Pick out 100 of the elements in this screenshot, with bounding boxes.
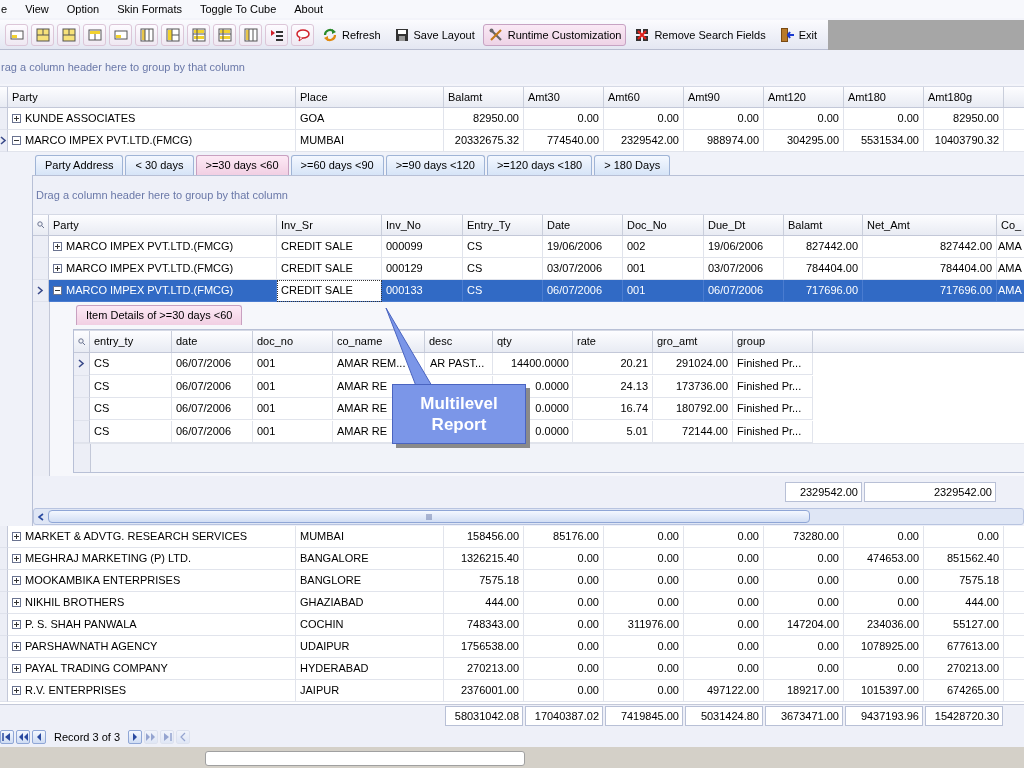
table-cell: 5.01: [573, 420, 653, 443]
column-header[interactable]: group: [733, 331, 813, 352]
column-header[interactable]: date: [172, 331, 253, 352]
column-header[interactable]: Entry_Ty: [463, 215, 543, 235]
column-header[interactable]: Amt120: [764, 87, 844, 107]
columns-button[interactable]: [161, 23, 184, 46]
table-cell-text: MARCO IMPEX PVT.LTD.(FMCG): [25, 133, 193, 148]
toolbar-button[interactable]: Runtime Customization: [482, 23, 627, 46]
columns-button[interactable]: [135, 23, 158, 46]
plus-box-icon[interactable]: [12, 620, 21, 629]
tab[interactable]: >=30 days <60: [195, 155, 289, 175]
column-header[interactable]: desc: [425, 331, 493, 352]
menu-item[interactable]: Option: [57, 0, 109, 18]
table-cell-text: MARCO IMPEX PVT.LTD.(FMCG): [66, 239, 234, 254]
plus-box-icon[interactable]: [12, 532, 21, 541]
column-header[interactable]: Co_: [997, 215, 1024, 235]
column-header[interactable]: Amt60: [604, 87, 684, 107]
rows-button[interactable]: [213, 23, 236, 46]
column-header[interactable]: rate: [573, 331, 653, 352]
pane-button[interactable]: [109, 23, 132, 46]
total-cell: 5031424.80: [685, 706, 763, 726]
table-cell: CS: [90, 398, 172, 420]
row-indicator[interactable]: [0, 130, 8, 152]
column-header[interactable]: Balamt: [444, 87, 524, 107]
table-row[interactable]: MARCO IMPEX PVT.LTD.(FMCG) CREDIT SALE 000129 CS 03/07/2006 001 03/07/2006 784404.00 784404.00 AMA: [33, 258, 1024, 280]
plus-box-icon[interactable]: [12, 598, 21, 607]
toolbar-button[interactable]: Save Layout: [388, 23, 480, 46]
menu-item[interactable]: e: [1, 0, 17, 18]
menu-item[interactable]: View: [16, 0, 58, 18]
top-pane-button[interactable]: [83, 23, 106, 46]
grid-cross-icon: [634, 26, 651, 43]
toolbar-button[interactable]: Remove Search Fields: [629, 23, 771, 46]
columns-button[interactable]: [239, 23, 262, 46]
plus-box-icon[interactable]: [12, 114, 21, 123]
plus-box-icon[interactable]: [12, 642, 21, 651]
column-header[interactable]: Place: [296, 87, 444, 107]
table-row[interactable]: MARCO IMPEX PVT.LTD.(FMCG) CREDIT SALE 000133 CS 06/07/2006 001 06/07/2006 717696.00 717696.00 AMA: [33, 280, 1024, 302]
split-pane-button[interactable]: [57, 23, 80, 46]
double-left-arrow-icon: [17, 731, 29, 743]
table-cell: 291024.00: [653, 353, 733, 375]
column-header[interactable]: Doc_No: [623, 215, 704, 235]
minus-box-icon[interactable]: [53, 286, 62, 295]
tab[interactable]: >=120 days <180: [486, 155, 593, 175]
plus-box-icon[interactable]: [12, 554, 21, 563]
plus-box-icon[interactable]: [12, 664, 21, 673]
plus-box-icon[interactable]: [53, 242, 62, 251]
column-header[interactable]: Due_Dt: [704, 215, 784, 235]
column-header[interactable]: Inv_Sr: [277, 215, 382, 235]
column-header[interactable]: Amt90: [684, 87, 764, 107]
table-row[interactable]: MARCO IMPEX PVT.LTD.(FMCG) CREDIT SALE 000099 CS 19/06/2006 002 19/06/2006 827442.00 827442.00 AMA: [33, 236, 1024, 258]
table-cell: 173736.00: [653, 375, 733, 398]
previous-record-button[interactable]: [32, 730, 46, 744]
pane-button[interactable]: [5, 23, 28, 46]
row-indicator[interactable]: [74, 353, 90, 376]
plus-box-icon[interactable]: [53, 264, 62, 273]
plus-box-icon[interactable]: [12, 686, 21, 695]
column-header[interactable]: entry_ty: [90, 331, 172, 352]
toolbar-button[interactable]: Refresh: [317, 23, 386, 46]
column-header[interactable]: Balamt: [784, 215, 863, 235]
split-pane-button[interactable]: [31, 23, 54, 46]
minus-box-icon[interactable]: [12, 136, 21, 145]
grip-icon: [425, 513, 433, 520]
search-icon[interactable]: [77, 337, 86, 346]
column-header[interactable]: Amt180: [844, 87, 924, 107]
column-header[interactable]: Amt30: [524, 87, 604, 107]
table-cell: Finished Pr...: [733, 398, 813, 420]
scrollbar-track[interactable]: [33, 508, 1024, 525]
next-record-button[interactable]: [128, 730, 143, 744]
search-icon[interactable]: [36, 221, 45, 229]
column-header[interactable]: Net_Amt: [863, 215, 997, 235]
menu-item[interactable]: Skin Formats: [108, 0, 191, 18]
row-indicator[interactable]: [33, 280, 49, 302]
scrollbar-thumb[interactable]: [48, 510, 810, 523]
tab[interactable]: < 30 days: [125, 155, 194, 175]
indent-list-button[interactable]: [265, 23, 288, 46]
toolbar-button[interactable]: Exit: [773, 23, 823, 46]
previous-page-button[interactable]: [16, 730, 30, 744]
first-record-button[interactable]: [0, 730, 14, 744]
column-header[interactable]: Inv_No: [382, 215, 463, 235]
tab[interactable]: Party Address: [35, 155, 124, 175]
column-header[interactable]: Party: [8, 87, 296, 107]
column-header[interactable]: Party: [49, 215, 277, 235]
menu-item[interactable]: Toggle To Cube: [191, 0, 286, 18]
tab[interactable]: Item Details of >=30 days <60: [76, 305, 243, 325]
speech-balloon-button[interactable]: [291, 23, 314, 46]
tab[interactable]: >=60 days <90: [290, 155, 384, 175]
column-header[interactable]: doc_no: [253, 331, 333, 352]
table-cell-text: PARSHAWNATH AGENCY: [25, 639, 158, 654]
column-header[interactable]: gro_amt: [653, 331, 733, 352]
plus-box-icon[interactable]: [12, 576, 21, 585]
column-header[interactable]: Date: [543, 215, 623, 235]
table-cell: 1015397.00: [844, 680, 924, 702]
table-cell: AR PAST...: [425, 353, 493, 375]
menu-item[interactable]: About: [285, 0, 332, 18]
rows-button[interactable]: [187, 23, 210, 46]
tab[interactable]: >=90 days <120: [385, 155, 485, 175]
table-cell: 14400.0000: [493, 353, 573, 375]
tab[interactable]: > 180 Days: [594, 155, 671, 175]
column-header[interactable]: Amt180g: [924, 87, 1004, 107]
column-header[interactable]: qty: [493, 331, 573, 352]
